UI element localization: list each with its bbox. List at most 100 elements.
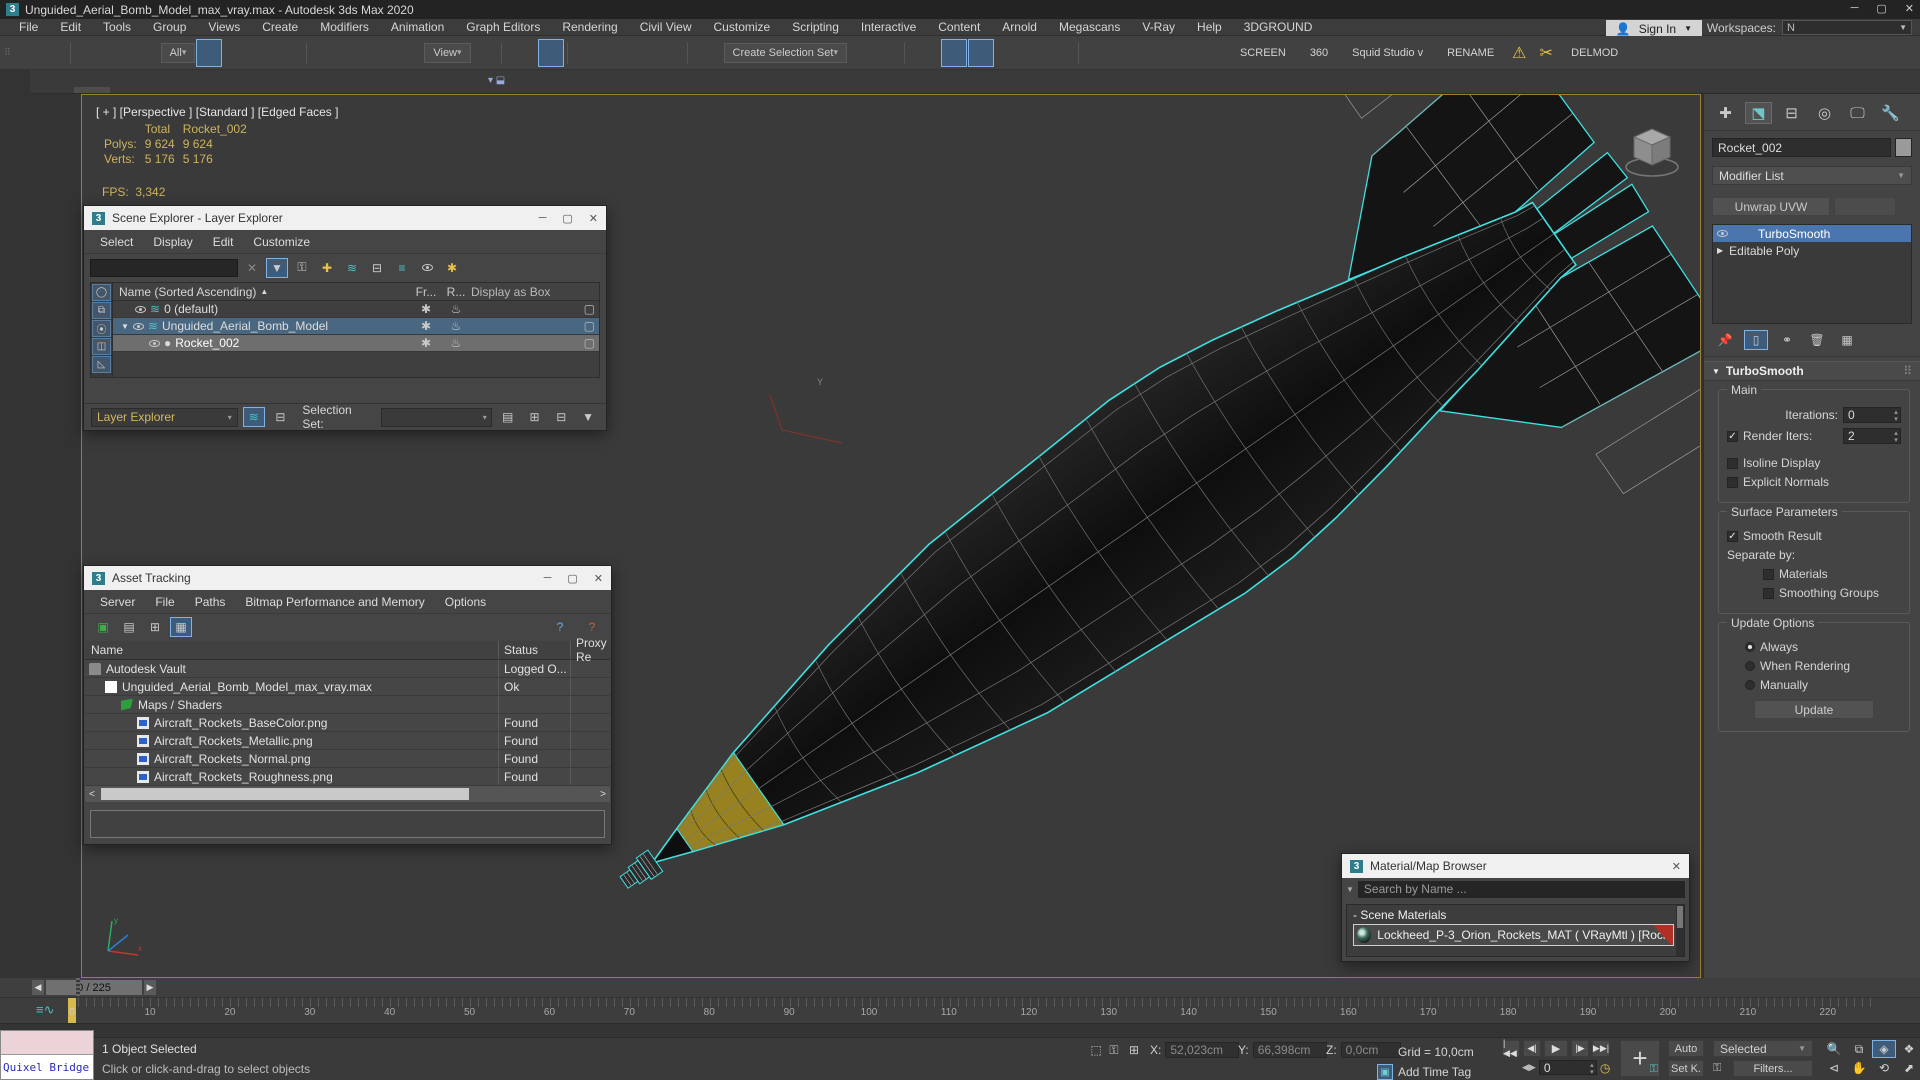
explicit-normals-checkbox[interactable] bbox=[1727, 476, 1738, 488]
ribbon-tab[interactable] bbox=[154, 87, 190, 93]
toolbar-button[interactable] bbox=[1022, 39, 1048, 67]
toolbar-button[interactable] bbox=[196, 38, 223, 67]
help-icon[interactable]: ? bbox=[549, 617, 571, 637]
display-camera-icon[interactable]: ◫ bbox=[92, 338, 111, 355]
add-layer-icon[interactable]: ✚ bbox=[316, 258, 338, 278]
scroll-left-icon[interactable]: < bbox=[85, 789, 99, 800]
menu-item[interactable]: Rendering bbox=[551, 20, 628, 34]
show-end-result-icon[interactable]: ▯ bbox=[1744, 330, 1768, 350]
left-toolbar-icon[interactable] bbox=[0, 349, 30, 380]
orbit-icon[interactable]: ⟲ bbox=[1872, 1059, 1896, 1077]
toolbar-button[interactable] bbox=[500, 41, 508, 64]
left-toolbar-icon[interactable] bbox=[0, 473, 30, 504]
listener-script-line[interactable]: Quixel Bridge bbox=[1, 1055, 93, 1079]
search-input[interactable]: Search by Name ... bbox=[1357, 880, 1685, 898]
menu-item[interactable]: V-Ray bbox=[1131, 20, 1186, 34]
toolbar-button[interactable] bbox=[604, 39, 630, 67]
nested-layers-icon[interactable]: ≡ bbox=[391, 258, 413, 278]
freeze-cell[interactable]: ✱ bbox=[411, 336, 441, 350]
zoom-extents-all-icon[interactable]: ❖ bbox=[1897, 1040, 1920, 1058]
eye-icon[interactable] bbox=[132, 322, 144, 330]
eye-icon[interactable] bbox=[149, 339, 160, 347]
turbosmooth-rollout-header[interactable]: ▼ TurboSmooth ⠿ bbox=[1704, 361, 1920, 381]
table-header[interactable]: Name Status Proxy Re bbox=[85, 636, 610, 664]
maximize-button[interactable]: ▢ bbox=[567, 572, 577, 585]
render-iters-spinner[interactable]: 2 bbox=[1843, 428, 1901, 444]
left-toolbar-icon[interactable] bbox=[0, 690, 30, 721]
menu-item[interactable]: Scripting bbox=[781, 20, 850, 34]
chevron-down-icon[interactable]: ▼ bbox=[1346, 885, 1354, 894]
menu-item[interactable]: Customize bbox=[703, 20, 782, 34]
time-configuration-icon[interactable]: ◷ bbox=[1600, 1061, 1610, 1075]
time-slider[interactable]: 0 / 225 bbox=[46, 980, 142, 995]
menu-item[interactable]: Modifiers bbox=[309, 20, 380, 34]
scroll-right-icon[interactable]: > bbox=[596, 789, 610, 800]
hierarchy-icon[interactable]: ⊟ bbox=[366, 258, 388, 278]
scrollbar-thumb[interactable] bbox=[101, 788, 469, 800]
tab-motion[interactable]: ◎ bbox=[1811, 102, 1838, 124]
tab-display[interactable]: 🖵 bbox=[1844, 102, 1871, 124]
toolbar-button[interactable] bbox=[277, 39, 303, 67]
key-filters-dropdown[interactable]: Selected ▼ bbox=[1713, 1040, 1813, 1057]
lock-icon[interactable]: ⚿ bbox=[291, 258, 313, 278]
new-set-icon[interactable]: ▤ bbox=[497, 407, 519, 427]
hierarchy-mode-icon[interactable]: ⊟ bbox=[270, 407, 292, 427]
left-toolbar-icon[interactable] bbox=[0, 380, 30, 411]
left-toolbar-icon[interactable] bbox=[0, 287, 30, 318]
display-light-icon[interactable]: ⦿ bbox=[92, 320, 111, 337]
left-toolbar-icon[interactable] bbox=[0, 659, 30, 690]
scissors-icon[interactable]: ✂ bbox=[1533, 39, 1559, 67]
table-row[interactable]: ● Rocket_002 ✱ ♨ ▢ bbox=[113, 335, 599, 352]
custom-toolbar-button[interactable]: SCREEN bbox=[1229, 39, 1297, 67]
menu-item[interactable]: Civil View bbox=[629, 20, 703, 34]
asset-row[interactable]: Maps / Shaders bbox=[85, 696, 610, 714]
toolbar-button[interactable] bbox=[397, 39, 423, 67]
make-unique-icon[interactable]: ⚭ bbox=[1776, 330, 1798, 350]
transform-typein-icon[interactable]: ⊞ bbox=[1126, 1042, 1142, 1058]
menu-item[interactable]: Bitmap Performance and Memory bbox=[235, 595, 434, 609]
explorer-mode-dropdown[interactable]: Layer Explorer ▾ bbox=[91, 407, 238, 427]
listener-macro-line[interactable] bbox=[1, 1031, 93, 1055]
scene-explorer-titlebar[interactable]: 3 Scene Explorer - Layer Explorer ─ ▢ ✕ bbox=[84, 206, 606, 230]
minimize-button[interactable]: ─ bbox=[544, 572, 552, 585]
left-toolbar-icon[interactable] bbox=[0, 814, 30, 845]
left-toolbar-icon[interactable] bbox=[0, 628, 30, 659]
key-step-icons[interactable]: ◀▶ bbox=[1522, 1062, 1536, 1073]
toolbar-button[interactable] bbox=[1169, 39, 1195, 67]
pin-stack-icon[interactable]: 📌 bbox=[1714, 330, 1736, 350]
box-icon[interactable]: ▢ bbox=[584, 302, 595, 316]
left-toolbar-icon[interactable] bbox=[0, 597, 30, 628]
always-radio[interactable] bbox=[1745, 642, 1755, 652]
play-button[interactable]: ▶ bbox=[1544, 1040, 1568, 1057]
add-time-tag[interactable]: ▣ Add Time Tag bbox=[1377, 1064, 1471, 1080]
selection-lock-icon[interactable]: ⚿ bbox=[1106, 1042, 1122, 1058]
toolbar-button[interactable] bbox=[1049, 39, 1075, 67]
table-row[interactable]: ≋ 0 (default) ✱ ♨ ▢ bbox=[113, 301, 599, 318]
iterations-spinner[interactable]: 0 bbox=[1843, 407, 1901, 423]
toolbar-button[interactable] bbox=[940, 38, 967, 67]
zoom-icon[interactable]: 🔍 bbox=[1822, 1040, 1846, 1058]
left-toolbar-icon[interactable] bbox=[0, 194, 30, 225]
eye-icon[interactable] bbox=[135, 305, 146, 313]
details-view-icon[interactable]: ⊞ bbox=[144, 617, 166, 637]
asset-row[interactable]: Aircraft_Rockets_Roughness.png Found bbox=[85, 768, 610, 786]
left-toolbar-icon[interactable] bbox=[0, 752, 30, 783]
z-field[interactable]: 0,0cm bbox=[1340, 1042, 1401, 1058]
object-color-swatch[interactable] bbox=[1895, 138, 1912, 157]
toolbar-button[interactable] bbox=[1088, 39, 1114, 67]
menu-item[interactable]: Arnold bbox=[991, 20, 1048, 34]
left-toolbar-icon[interactable] bbox=[0, 256, 30, 287]
menu-item[interactable]: File bbox=[145, 595, 184, 609]
add-set-icon[interactable]: ⊞ bbox=[524, 407, 546, 427]
set-keys-button[interactable]: + bbox=[1620, 1040, 1660, 1077]
material-entry[interactable]: Lockheed_P-3_Orion_Rockets_MAT ( VRayMtl… bbox=[1353, 924, 1674, 946]
menu-item[interactable]: Edit bbox=[49, 20, 92, 34]
maximize-button[interactable]: ▢ bbox=[1876, 2, 1886, 15]
workspaces-dropdown[interactable]: N ▼ bbox=[1782, 20, 1912, 35]
field-of-view-icon[interactable]: ⊲ bbox=[1822, 1059, 1846, 1077]
toolbar-button[interactable]: All bbox=[160, 42, 196, 63]
custom-toolbar-button[interactable]: Squid Studio v bbox=[1341, 39, 1434, 67]
menu-item[interactable]: Server bbox=[90, 595, 145, 609]
display-helper-icon[interactable]: ◺ bbox=[92, 356, 111, 373]
previous-key-button[interactable]: ◀| bbox=[1523, 1040, 1541, 1057]
